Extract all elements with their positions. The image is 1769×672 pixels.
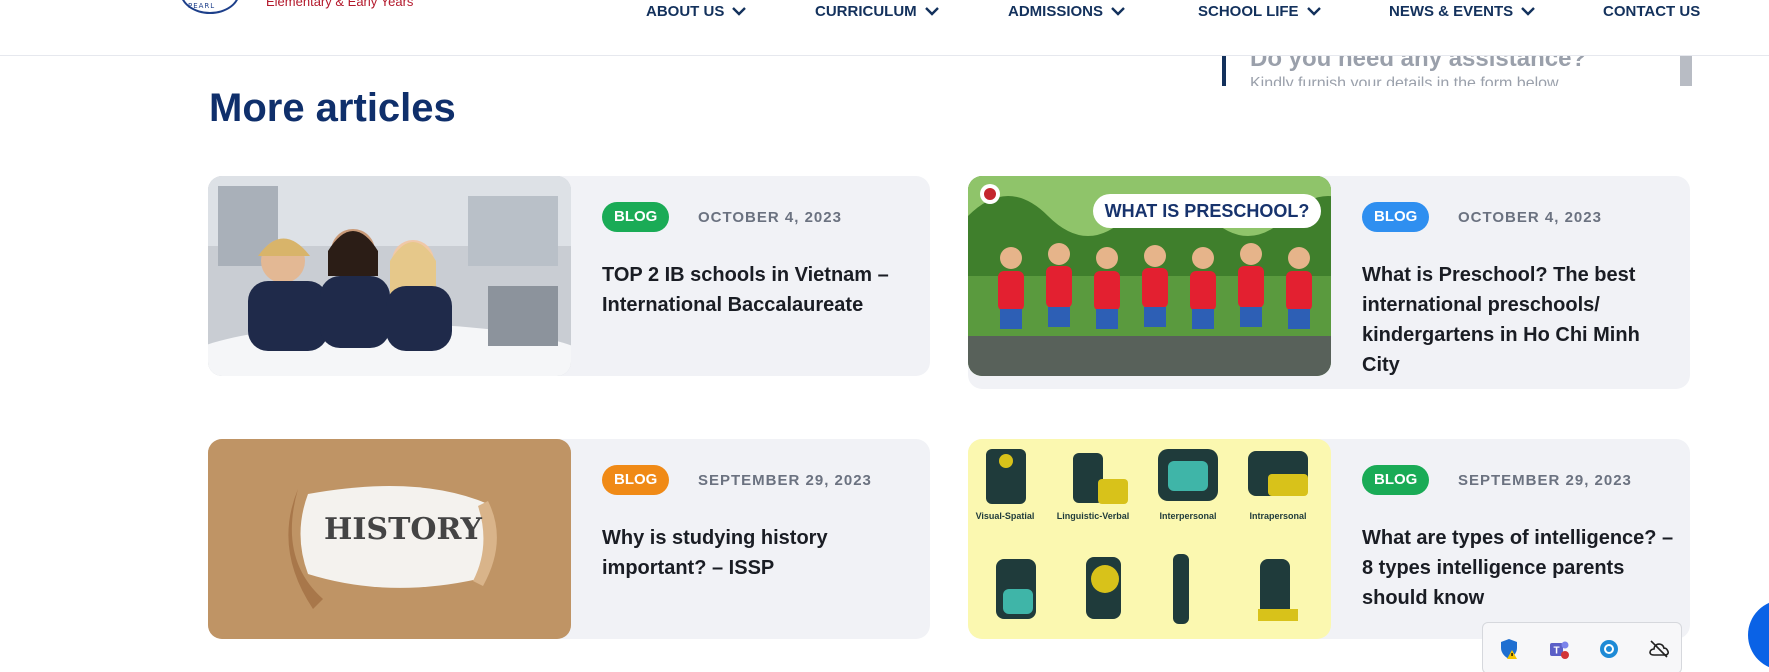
image-caption: HISTORY: [324, 512, 483, 547]
article-card[interactable]: BLOG OCTOBER 4, 2023 TOP 2 IB schools in…: [208, 176, 930, 376]
chevron-down-icon: [1521, 6, 1536, 16]
chevron-down-icon: [1306, 6, 1321, 16]
chevron-down-icon: [732, 6, 747, 16]
nav-news-events[interactable]: NEWS & EVENTS: [1389, 1, 1536, 21]
nav-label: ABOUT US: [646, 2, 725, 20]
children-studying-image: [208, 176, 571, 376]
nav-label: SCHOOL LIFE: [1198, 2, 1299, 20]
article-date: OCTOBER 4, 2023: [698, 209, 842, 226]
category-badge[interactable]: BLOG: [1362, 465, 1430, 495]
nav-admissions[interactable]: ADMISSIONS: [1008, 1, 1125, 21]
assistance-subtitle: Kindly furnish your details in the form …: [1250, 75, 1559, 86]
defender-warning-icon[interactable]: [1497, 637, 1521, 661]
nav-label: CONTACT US: [1603, 2, 1701, 20]
nav-about-us[interactable]: ABOUT US: [646, 1, 747, 21]
torn-paper-history-image: HISTORY: [208, 439, 571, 639]
chevron-down-icon: [924, 6, 939, 16]
system-tray-overflow: T: [1482, 622, 1682, 672]
nav-curriculum[interactable]: CURRICULUM: [815, 1, 939, 21]
nav-label: CURRICULUM: [815, 2, 917, 20]
chevron-down-icon: [1111, 6, 1125, 16]
app-icon[interactable]: [1597, 637, 1621, 661]
assistance-scrollbar[interactable]: [1680, 54, 1692, 86]
article-card[interactable]: Visual-Spatial Linguistic-Verbal Interpe…: [968, 439, 1690, 639]
article-title[interactable]: What is Preschool? The best internationa…: [1362, 260, 1674, 380]
category-badge[interactable]: BLOG: [1362, 202, 1430, 232]
nav-contact-us[interactable]: CONTACT US: [1603, 1, 1700, 21]
article-date: SEPTEMBER 29, 2023: [1458, 472, 1632, 489]
article-title[interactable]: Why is studying history important? – ISS…: [602, 523, 914, 583]
article-title[interactable]: TOP 2 IB schools in Vietnam – Internatio…: [602, 260, 914, 320]
article-date: SEPTEMBER 29, 2023: [698, 472, 872, 489]
image-label: Intrapersonal: [1249, 511, 1306, 521]
image-caption: WHAT IS PRESCHOOL?: [1105, 201, 1310, 221]
preschool-kids-image: WHAT IS PRESCHOOL?: [968, 176, 1331, 376]
article-thumbnail[interactable]: Visual-Spatial Linguistic-Verbal Interpe…: [968, 439, 1331, 639]
logo-tagline: Elementary & Early Years: [266, 0, 414, 9]
article-card[interactable]: WHAT IS PRESCHOOL? BLOG OCTOBER 4, 2023 …: [968, 176, 1690, 389]
category-badge[interactable]: BLOG: [602, 202, 670, 232]
svg-text:T: T: [1553, 646, 1559, 657]
category-badge[interactable]: BLOG: [602, 465, 670, 495]
nav-label: ADMISSIONS: [1008, 2, 1104, 20]
chat-button[interactable]: [1748, 600, 1769, 670]
school-logo[interactable]: SAIGON PEARL: [180, 0, 240, 14]
site-header: SAIGON PEARL Elementary & Early Years AB…: [0, 0, 1769, 56]
article-thumbnail[interactable]: HISTORY: [208, 439, 571, 639]
section-title: More articles: [209, 86, 456, 130]
nav-label: NEWS & EVENTS: [1389, 2, 1514, 20]
article-thumbnail[interactable]: [208, 176, 571, 376]
article-title[interactable]: What are types of intelligence? – 8 type…: [1362, 523, 1674, 613]
intelligence-types-image: Visual-Spatial Linguistic-Verbal Interpe…: [968, 439, 1331, 639]
logo-seal-text: SAIGON PEARL: [188, 0, 221, 10]
teams-icon[interactable]: T: [1547, 637, 1571, 661]
image-label: Linguistic-Verbal: [1057, 511, 1130, 521]
article-date: OCTOBER 4, 2023: [1458, 209, 1602, 226]
cloud-offline-icon[interactable]: [1647, 637, 1671, 661]
article-thumbnail[interactable]: WHAT IS PRESCHOOL?: [968, 176, 1331, 376]
image-label: Interpersonal: [1159, 511, 1216, 521]
article-card[interactable]: HISTORY BLOG SEPTEMBER 29, 2023 Why is s…: [208, 439, 930, 639]
nav-school-life[interactable]: SCHOOL LIFE: [1198, 1, 1321, 21]
image-label: Visual-Spatial: [976, 511, 1035, 521]
